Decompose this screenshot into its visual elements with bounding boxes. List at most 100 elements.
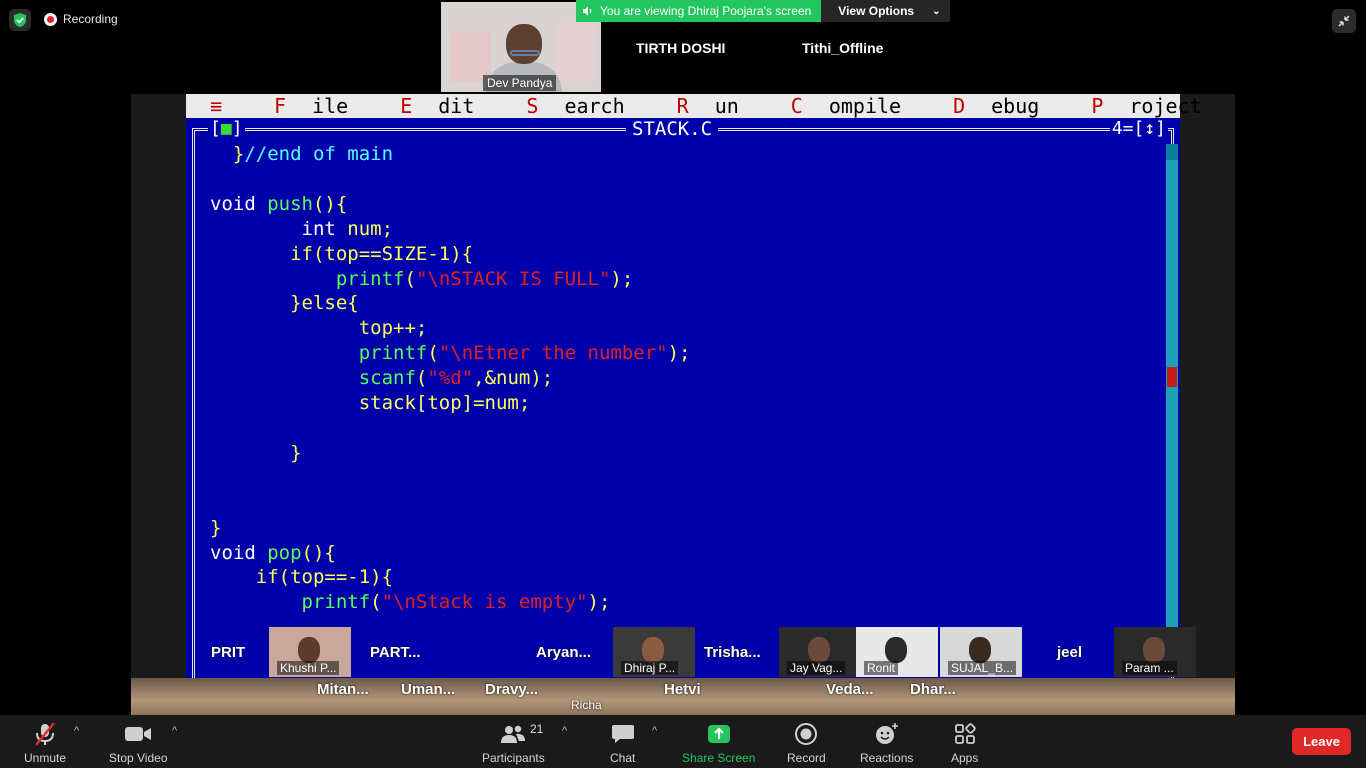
participant-tile[interactable]: Uman... — [401, 681, 455, 698]
participant-tile[interactable]: Dhar... — [910, 681, 956, 698]
menu-run[interactable]: Run — [677, 94, 765, 118]
share-screen-icon — [707, 721, 731, 747]
participant-head — [1143, 637, 1165, 663]
editor-file-title: STACK.C — [626, 118, 719, 140]
participant-name: Khushi P... — [277, 661, 340, 675]
participant-video-tile[interactable]: SUJAL_B... — [940, 627, 1022, 677]
code-line: void push(){ — [210, 192, 348, 215]
code-line: printf("\nEtner the number"); — [358, 342, 691, 365]
scroll-up-arrow-icon[interactable] — [1166, 144, 1178, 160]
leave-button[interactable]: Leave — [1292, 728, 1351, 755]
menu-edit[interactable]: Edit — [400, 94, 500, 118]
participant-tile[interactable]: jeel — [1057, 644, 1082, 661]
recording-indicator[interactable]: Recording — [44, 12, 118, 26]
participant-tile[interactable]: Veda... — [826, 681, 874, 698]
chat-options-caret-icon[interactable]: ^ — [652, 725, 657, 737]
ide-menu-bar: ≡ File Edit Search Run Compile Debug Pro… — [186, 94, 1202, 118]
editor-window-number[interactable]: 4=[↕] — [1109, 118, 1168, 139]
chevron-down-icon: ⌄ — [932, 5, 941, 17]
menu-system[interactable]: ≡ — [210, 94, 248, 118]
record-dot-icon — [44, 12, 57, 26]
editor-window: [■] STACK.C 4=[↕] }//end of main void pu… — [186, 118, 1180, 688]
code-line: } — [210, 516, 222, 539]
participants-options-caret-icon[interactable]: ^ — [562, 725, 567, 737]
stop-video-button[interactable]: Stop Video — [109, 721, 168, 765]
participants-label: Participants — [482, 751, 545, 765]
apps-button[interactable]: Apps — [951, 721, 978, 765]
menu-debug[interactable]: Debug — [953, 94, 1065, 118]
menu-compile[interactable]: Compile — [791, 94, 927, 118]
view-options-button[interactable]: View Options ⌄ — [821, 0, 951, 22]
participant-head — [885, 637, 907, 663]
meeting-toolbar: Unmute ^ Stop Video ^ Participants 21 ^ … — [0, 715, 1366, 768]
share-screen-label: Share Screen — [682, 751, 756, 765]
code-line: printf("\nSTACK IS FULL"); — [335, 267, 634, 290]
participant-video-tile[interactable]: Khushi P... — [269, 627, 351, 677]
participant-tile[interactable]: Hetvi — [664, 681, 701, 698]
code-line: if(top==-1){ — [210, 566, 394, 589]
reactions-label: Reactions — [860, 751, 914, 765]
menu-project[interactable]: Project — [1091, 94, 1227, 118]
menu-file[interactable]: File — [274, 94, 374, 118]
share-screen-button[interactable]: Share Screen — [682, 721, 755, 765]
code-line: }//end of main — [210, 143, 394, 165]
menu-search[interactable]: Search — [526, 94, 650, 118]
participant-tile-tirth-doshi[interactable]: TIRTH DOSHI — [636, 40, 725, 56]
video-options-caret-icon[interactable]: ^ — [172, 725, 177, 737]
participant-video-tile[interactable]: Dhiraj P... — [613, 627, 695, 677]
chat-label: Chat — [610, 751, 636, 765]
participant-video-tile[interactable]: Jay Vag... — [779, 627, 861, 677]
record-button[interactable]: Record — [787, 721, 826, 765]
participant-tile[interactable]: Mitan... — [317, 681, 369, 698]
code-line: } — [210, 441, 302, 464]
participant-video-tile[interactable]: Param ... — [1114, 627, 1196, 677]
participant-tile[interactable]: PRIT — [211, 644, 245, 661]
unmute-button[interactable]: Unmute — [24, 721, 66, 765]
participant-tile[interactable]: PART... — [370, 644, 421, 661]
chat-bubble-icon — [611, 721, 635, 747]
scroll-thumb[interactable] — [1167, 367, 1177, 387]
chat-button[interactable]: Chat — [610, 721, 635, 765]
exit-fullscreen-icon[interactable] — [1332, 9, 1356, 33]
participant-head — [969, 637, 991, 663]
recording-label: Recording — [63, 12, 118, 26]
participant-head — [298, 637, 320, 663]
reactions-button[interactable]: Reactions — [860, 721, 913, 765]
code-line: void pop(){ — [210, 541, 336, 564]
zoom-meeting-window: { "status": { "recording": "Recording" }… — [0, 0, 1366, 768]
participant-name: Dev Pandya — [483, 75, 557, 91]
audio-options-caret-icon[interactable]: ^ — [74, 725, 79, 737]
participant-name: Ronit — [864, 661, 899, 675]
code-line: int num; — [301, 217, 394, 240]
editor-close-box[interactable]: [■] — [208, 118, 245, 139]
code-line: scanf("%d",&num); — [358, 367, 554, 390]
apps-icon — [954, 721, 976, 747]
code-editor[interactable]: }//end of main void push(){ int num; if(… — [210, 142, 690, 615]
code-line: top++; — [210, 317, 428, 340]
editor-scrollbar[interactable] — [1166, 144, 1178, 664]
security-shield-icon[interactable] — [9, 9, 31, 31]
participant-tile[interactable]: Aryan... — [536, 644, 591, 661]
speaker-icon — [583, 6, 592, 16]
viewing-text: You are viewing Dhiraj Poojara's screen — [600, 4, 812, 18]
participant-head — [808, 637, 830, 663]
participant-tile[interactable]: Trisha... — [704, 644, 761, 661]
participant-tile[interactable]: Dravy... — [485, 681, 538, 698]
participant-name: SUJAL_B... — [948, 661, 1017, 675]
participant-tile[interactable]: Richa — [571, 698, 602, 712]
code-line: printf("\nStack is empty"); — [301, 591, 611, 614]
apps-label: Apps — [951, 751, 979, 765]
participant-video-tile[interactable]: Ronit — [856, 627, 938, 677]
participant-count: 21 — [530, 722, 544, 736]
participants-icon — [500, 721, 526, 747]
microphone-muted-icon — [32, 721, 58, 747]
viewing-message: You are viewing Dhiraj Poojara's screen — [576, 0, 822, 22]
participant-tile-tithi-offline[interactable]: Tithi_Offline — [802, 40, 883, 56]
participant-head — [506, 24, 542, 64]
code-line: stack[top]=num; — [210, 392, 531, 415]
participant-head — [642, 637, 664, 663]
record-label: Record — [787, 751, 826, 765]
